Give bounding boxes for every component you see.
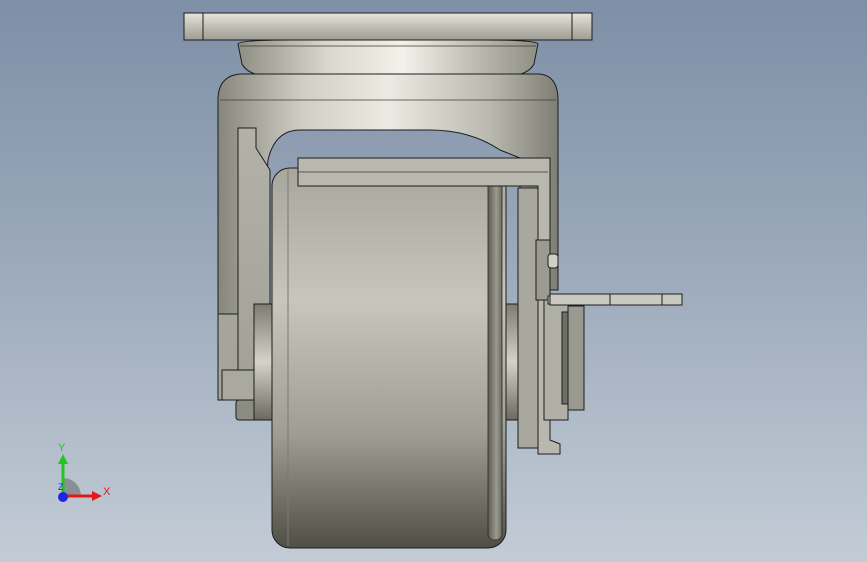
brake-pedal[interactable] <box>549 293 683 306</box>
reference-triad: Y X Z <box>40 440 120 510</box>
swivel-bearing-disc[interactable] <box>237 39 539 79</box>
graphics-viewport[interactable]: Y X Z <box>0 0 867 562</box>
y-axis-arrow-head <box>58 454 68 464</box>
x-axis-label: X <box>103 486 111 498</box>
x-axis-arrow-head <box>92 491 102 501</box>
y-axis-label: Y <box>58 442 66 454</box>
top-mounting-plate[interactable] <box>183 12 593 41</box>
z-axis-label: Z <box>58 482 64 492</box>
triad-axes <box>58 454 102 502</box>
wheel[interactable] <box>271 167 507 549</box>
right-brake-mechanism[interactable] <box>535 239 589 421</box>
z-axis-dot <box>58 492 68 502</box>
caster-wheel-model[interactable] <box>0 0 867 562</box>
